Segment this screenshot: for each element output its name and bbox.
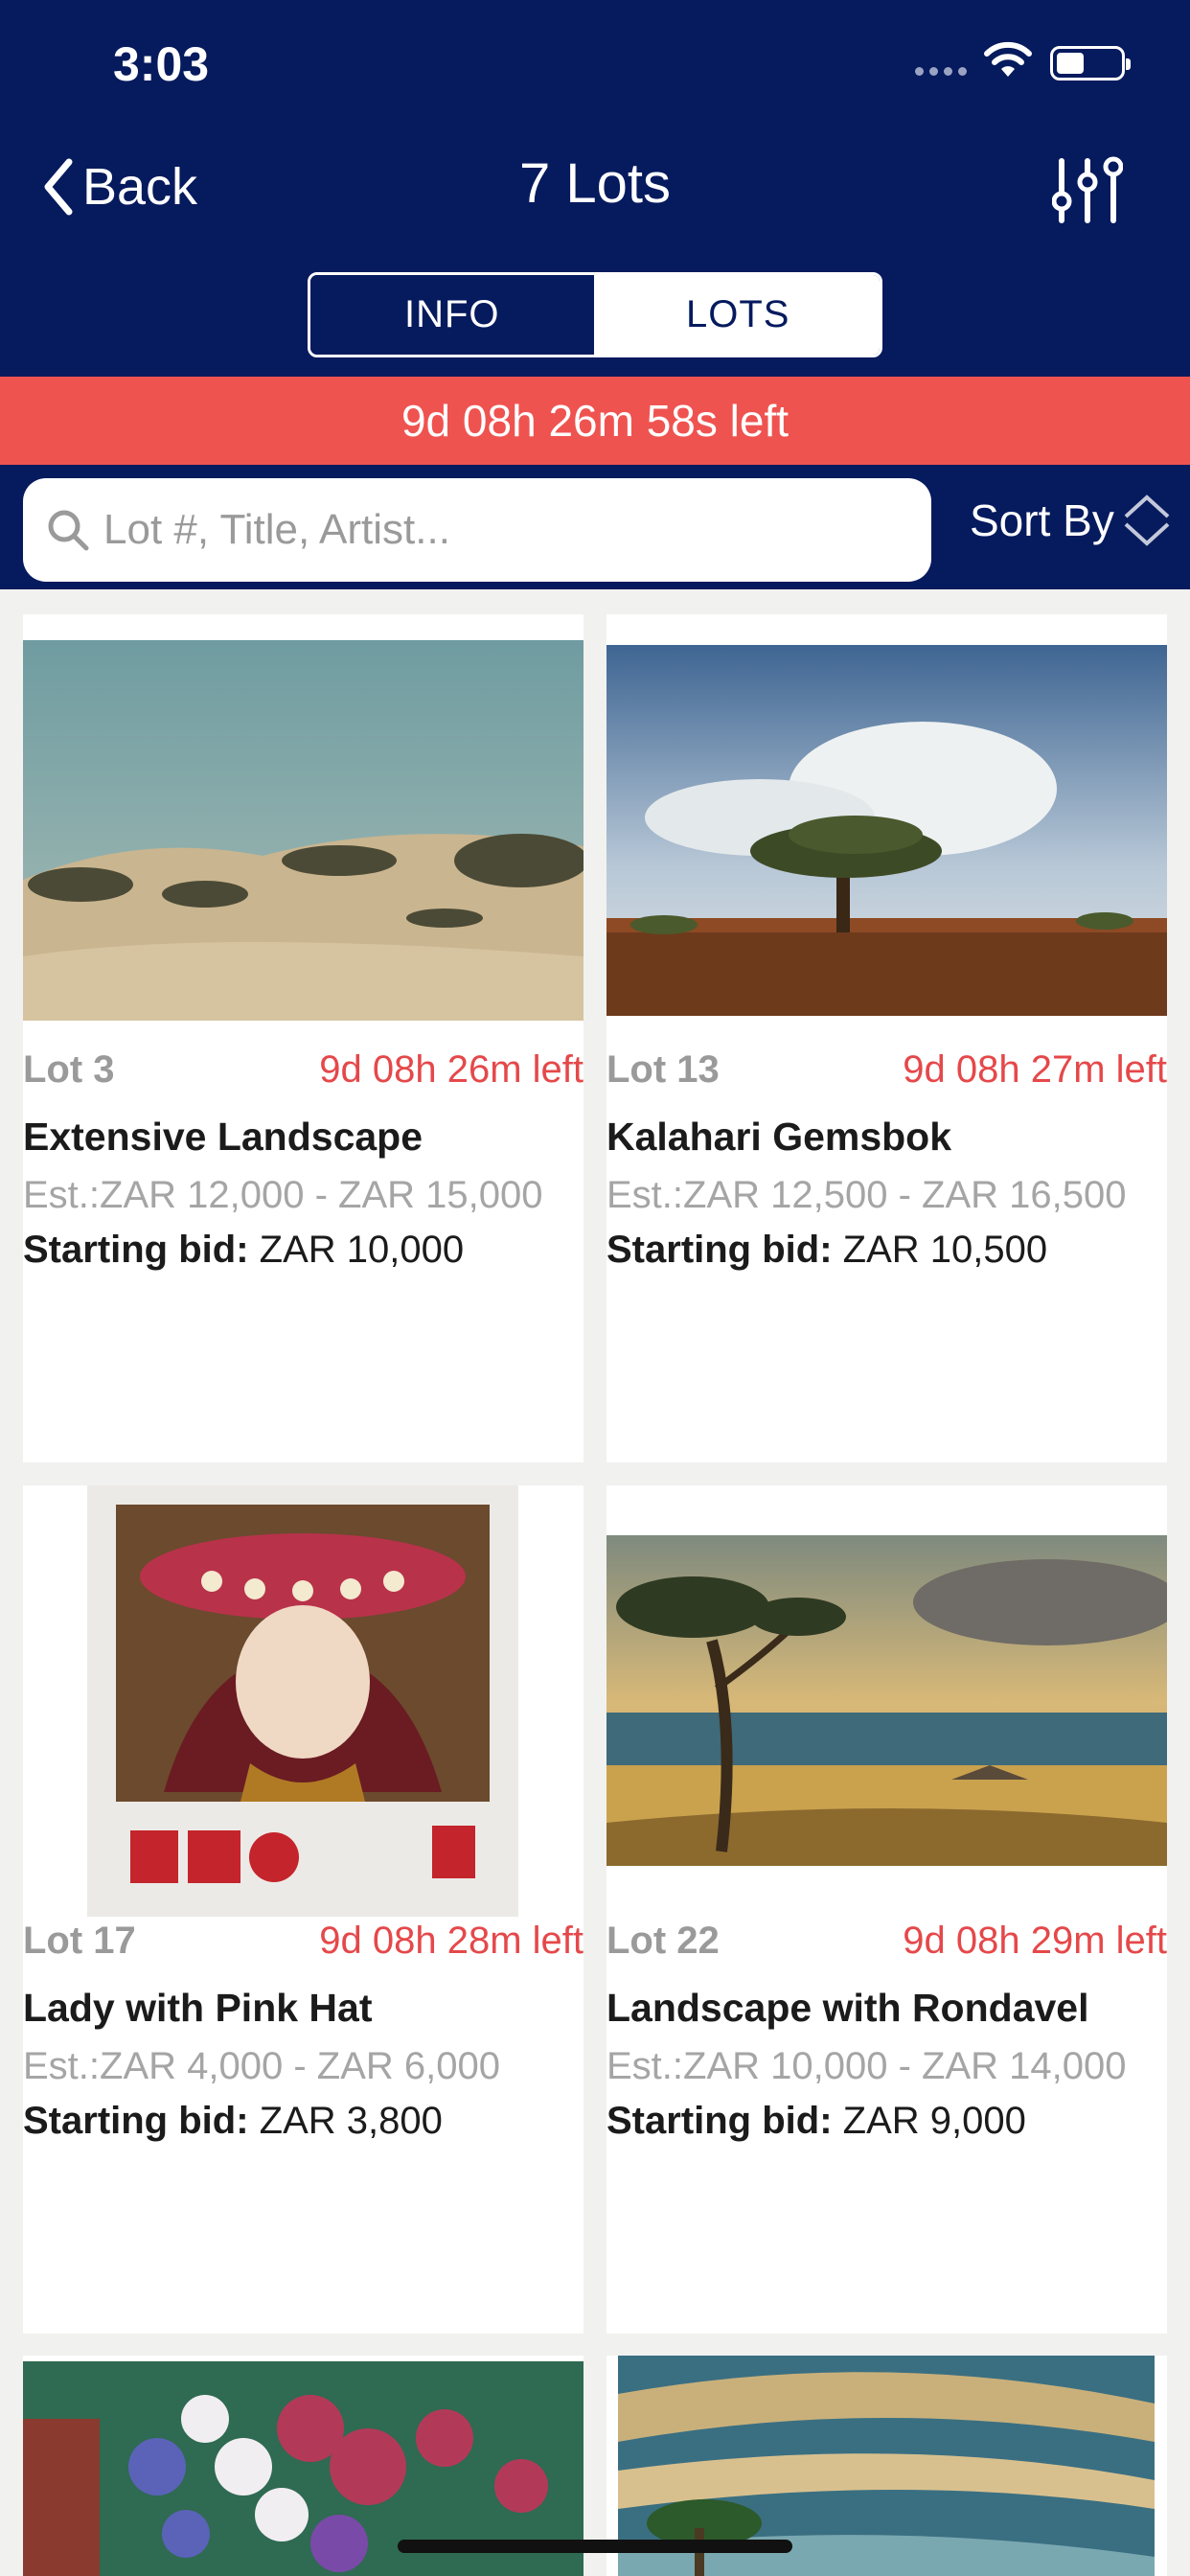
sort-chevrons-icon: [1124, 494, 1170, 546]
lot-number: Lot 22: [606, 1920, 720, 1962]
cellular-signal-icon: [915, 67, 967, 76]
lot-time-left: 9d 08h 26m left: [319, 1048, 584, 1091]
starting-bid-value: ZAR 10,000: [248, 1229, 465, 1271]
lot-estimate: Est.:ZAR 12,000 - ZAR 15,000: [23, 1174, 543, 1216]
tab-lots[interactable]: LOTS: [596, 275, 880, 355]
lot-image: [87, 1485, 518, 1917]
starting-bid-label: Starting bid:: [606, 1229, 833, 1271]
lot-estimate: Est.:ZAR 10,000 - ZAR 14,000: [606, 2045, 1127, 2087]
lot-time-left: 9d 08h 27m left: [903, 1048, 1167, 1091]
starting-bid-label: Starting bid:: [23, 2100, 249, 2142]
tab-segmented-control: INFO LOTS: [308, 272, 882, 357]
search-placeholder: Lot #, Title, Artist...: [103, 506, 450, 553]
header: 3:03 Back 7 Lots INFO LOTS: [0, 0, 1190, 377]
lot-title: Extensive Landscape: [23, 1115, 423, 1159]
lot-title: Lady with Pink Hat: [23, 1986, 373, 2030]
search-input[interactable]: Lot #, Title, Artist...: [23, 478, 931, 582]
battery-icon: [1050, 46, 1131, 80]
lot-starting-bid: Starting bid: ZAR 9,000: [606, 2100, 1026, 2143]
lot-image: [606, 1535, 1167, 1866]
lot-number: Lot 17: [23, 1920, 136, 1962]
starting-bid-label: Starting bid:: [606, 2100, 833, 2142]
sort-by-label: Sort By: [970, 495, 1114, 545]
lot-card[interactable]: Lot 13 9d 08h 27m left Kalahari Gemsbok …: [606, 614, 1167, 1462]
sort-by-button[interactable]: Sort By: [970, 494, 1172, 547]
starting-bid-value: ZAR 10,500: [832, 1229, 1048, 1271]
search-icon: [48, 510, 89, 551]
lot-card[interactable]: Lot 22 9d 08h 29m left Landscape with Ro…: [606, 1485, 1167, 2334]
lot-estimate: Est.:ZAR 4,000 - ZAR 6,000: [23, 2045, 500, 2087]
lot-estimate: Est.:ZAR 12,500 - ZAR 16,500: [606, 1174, 1127, 1216]
page-title: 7 Lots: [519, 152, 671, 215]
home-indicator: [398, 2540, 792, 2553]
lot-starting-bid: Starting bid: ZAR 10,500: [606, 1229, 1047, 1272]
lot-card[interactable]: Lot 17 9d 08h 28m left Lady with Pink Ha…: [23, 1485, 584, 2334]
lot-number: Lot 13: [606, 1048, 720, 1091]
tab-info[interactable]: INFO: [310, 275, 597, 355]
search-bar-area: Lot #, Title, Artist... Sort By: [0, 465, 1190, 589]
lot-time-left: 9d 08h 28m left: [319, 1920, 584, 1962]
lot-title: Kalahari Gemsbok: [606, 1115, 952, 1159]
starting-bid-value: ZAR 3,800: [248, 2100, 443, 2142]
lot-number: Lot 3: [23, 1048, 115, 1091]
lot-starting-bid: Starting bid: ZAR 3,800: [23, 2100, 443, 2143]
wifi-icon: [984, 41, 1032, 77]
starting-bid-label: Starting bid:: [23, 1229, 249, 1271]
filter-sliders-icon[interactable]: [1052, 153, 1123, 226]
lot-time-left: 9d 08h 29m left: [903, 1920, 1167, 1962]
status-time: 3:03: [113, 37, 210, 91]
lot-title: Landscape with Rondavel: [606, 1986, 1089, 2030]
lot-starting-bid: Starting bid: ZAR 10,000: [23, 1229, 464, 1272]
lot-image: [23, 640, 584, 1021]
lot-card[interactable]: Lot 3 9d 08h 26m left Extensive Landscap…: [23, 614, 584, 1462]
lot-image: [606, 645, 1167, 1016]
starting-bid-value: ZAR 9,000: [832, 2100, 1026, 2142]
auction-countdown-banner: 9d 08h 26m 58s left: [0, 377, 1190, 465]
